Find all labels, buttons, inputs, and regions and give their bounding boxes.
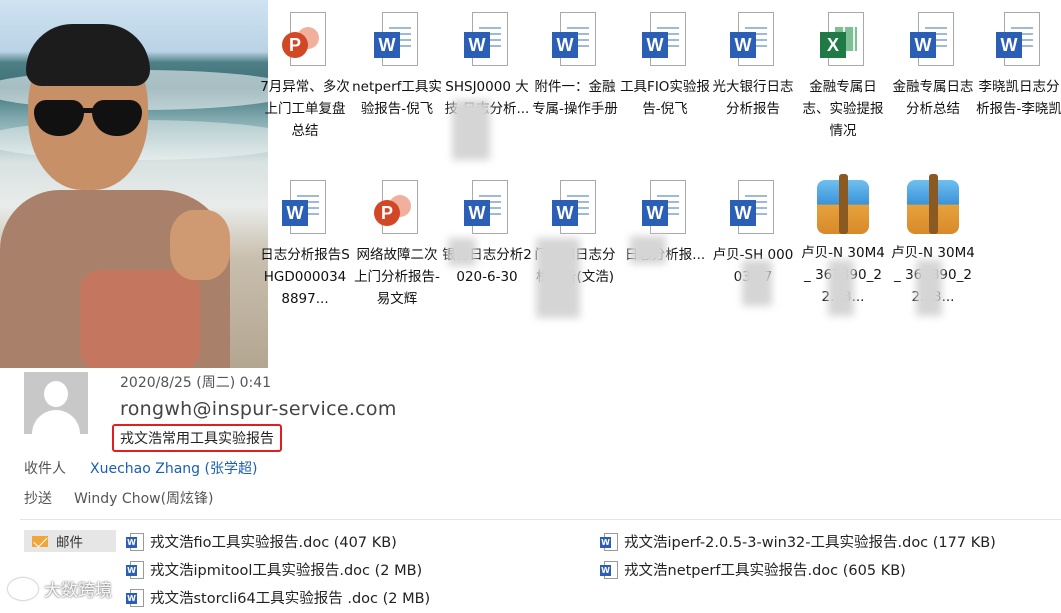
excel-icon: X xyxy=(820,12,866,68)
desktop-file-label: 工具FIO实验报告-倪飞 xyxy=(620,79,710,117)
desktop-file-label: 附件一：金融专属-操作手册 xyxy=(532,79,618,117)
desktop-file-icon[interactable]: W SHSJ0000 大 技 日志分析... xyxy=(442,0,532,160)
email-subject: 戎文浩常用工具实验报告 xyxy=(112,424,282,452)
word-doc-icon: W xyxy=(126,532,144,551)
tab-mail-label: 邮件 xyxy=(56,535,83,551)
word-doc-icon: W xyxy=(996,12,1042,68)
desktop-file-icon[interactable]: W 李晓凯日志分析报告-李晓凯 xyxy=(974,0,1061,120)
desktop-archive-icon[interactable]: 卢贝-N 30M4_ 367890_22.23... xyxy=(798,168,888,316)
desktop-file-icon[interactable]: W 工具FIO实验报告-倪飞 xyxy=(620,0,710,120)
word-doc-icon: W xyxy=(464,12,510,68)
photo-scarf xyxy=(80,270,200,368)
desktop-file-icon[interactable]: X 金融专属日志、实验提报情况 xyxy=(798,0,888,142)
desktop-file-icon[interactable]: W 附件一：金融专属-操作手册 xyxy=(530,0,620,120)
attachment-item[interactable]: W 戎文浩iperf-2.0.5-3-win32-工具实验报告.doc (177… xyxy=(600,531,996,552)
archive-icon xyxy=(907,174,959,234)
cc-recipient[interactable]: Windy Chow(周炫锋) xyxy=(74,488,214,508)
envelope-icon xyxy=(32,535,48,547)
avatar-head-icon xyxy=(44,381,68,407)
desktop-file-label: 金融专属日志、实验提报情况 xyxy=(802,79,884,139)
word-doc-icon: W xyxy=(642,180,688,236)
desktop-file-label: 李晓凯日志分析报告-李晓凯 xyxy=(976,79,1061,117)
word-doc-icon: W xyxy=(552,180,598,236)
cc-label: 抄送 xyxy=(24,491,52,507)
email-view: 2020/8/25 (周二) 0:41 rongwh@inspur-servic… xyxy=(0,368,1061,613)
attachment-item[interactable]: W 戎文浩ipmitool工具实验报告.doc (2 MB) xyxy=(126,559,422,580)
powerpoint-icon: P xyxy=(374,180,420,236)
photo-hand xyxy=(170,210,230,280)
word-doc-icon: W xyxy=(126,560,144,579)
word-doc-icon: W xyxy=(730,180,776,236)
attachment-item[interactable]: W 戎文浩netperf工具实验报告.doc (605 KB) xyxy=(600,559,906,580)
sender-address[interactable]: rongwh@inspur-service.com xyxy=(120,398,397,420)
blurred-redaction xyxy=(828,260,854,316)
desktop-file-label: 金融专属日志分析总结 xyxy=(892,79,974,117)
attachment-name: 戎文浩storcli64工具实验报告 .doc (2 MB) xyxy=(150,591,431,607)
desktop-file-label: netperf工具实验报告-倪飞 xyxy=(352,79,442,117)
desktop-file-icon[interactable]: W 门信同日志分析报告(文浩) xyxy=(530,168,620,318)
desktop-archive-icon[interactable]: 卢贝-N 30M4_ 367890_22.23... xyxy=(888,168,978,316)
attachment-item[interactable]: W 戎文浩fio工具实验报告.doc (407 KB) xyxy=(126,531,397,552)
word-doc-icon: W xyxy=(282,180,328,236)
attachment-name: 戎文浩iperf-2.0.5-3-win32-工具实验报告.doc (177 K… xyxy=(624,535,996,551)
word-doc-icon: W xyxy=(464,180,510,236)
desktop-file-icon[interactable]: W 日志分析报告SHGD0000348897... xyxy=(260,168,350,310)
desktop-file-icon[interactable]: W 银行日志分析2020-6-30 xyxy=(442,168,532,288)
watermark: 大数跨境 xyxy=(8,576,112,601)
email-date: 2020/8/25 (周二) 0:41 xyxy=(120,375,272,391)
attachment-name: 戎文浩netperf工具实验报告.doc (605 KB) xyxy=(624,563,906,579)
blurred-redaction xyxy=(536,238,580,318)
powerpoint-icon: P xyxy=(282,12,328,68)
blurred-redaction xyxy=(916,260,942,316)
word-doc-icon: W xyxy=(374,12,420,68)
attachment-name: 戎文浩fio工具实验报告.doc (407 KB) xyxy=(150,535,397,551)
profile-photo xyxy=(0,0,268,368)
blurred-redaction xyxy=(742,260,772,306)
word-doc-icon: W xyxy=(600,532,618,551)
desktop-file-label: 网络故障二次上门分析报告-易文辉 xyxy=(354,247,440,307)
attachment-item[interactable]: W 戎文浩storcli64工具实验报告 .doc (2 MB) xyxy=(126,587,430,608)
attachment-name: 戎文浩ipmitool工具实验报告.doc (2 MB) xyxy=(150,563,423,579)
desktop-icons-area: P 7月异常、多次上门工单复盘总结 W netperf工具实验报告-倪飞 W S… xyxy=(260,0,1061,368)
desktop-file-icon[interactable]: W 金融专属日志分析总结 xyxy=(888,0,978,120)
tab-mail[interactable]: 邮件 xyxy=(24,530,116,552)
desktop-file-label: 7月异常、多次上门工单复盘总结 xyxy=(260,79,350,139)
word-doc-icon: W xyxy=(642,12,688,68)
blurred-redaction xyxy=(630,236,666,264)
desktop-file-icon[interactable]: W 卢贝-SH 000 03 37 xyxy=(708,168,798,306)
word-doc-icon: W xyxy=(600,560,618,579)
blurred-redaction xyxy=(452,100,490,160)
avatar-body-icon xyxy=(32,410,80,434)
sunglasses-bridge xyxy=(80,108,96,113)
desktop-file-icon[interactable]: P 网络故障二次上门分析报告-易文辉 xyxy=(352,168,442,310)
blurred-redaction xyxy=(448,238,476,266)
archive-icon xyxy=(817,174,869,234)
desktop-file-icon[interactable]: W 光大银行日志分析报告 xyxy=(708,0,798,120)
desktop-file-label: 光大银行日志分析报告 xyxy=(712,79,794,117)
word-doc-icon: W xyxy=(126,588,144,607)
photo-hair xyxy=(26,24,150,86)
recipient-link[interactable]: Xuechao Zhang (张学超) xyxy=(90,458,257,478)
header-divider xyxy=(20,519,1061,520)
watermark-logo-icon xyxy=(8,577,38,600)
watermark-text: 大数跨境 xyxy=(44,581,112,601)
desktop-file-icon[interactable]: W 日志分析报... xyxy=(620,168,710,266)
desktop-file-icon[interactable]: P 7月异常、多次上门工单复盘总结 xyxy=(260,0,350,142)
word-doc-icon: W xyxy=(730,12,776,68)
desktop-file-icon[interactable]: W netperf工具实验报告-倪飞 xyxy=(352,0,442,120)
sender-avatar xyxy=(24,372,88,434)
desktop-file-label: 日志分析报告SHGD0000348897... xyxy=(260,247,350,307)
word-doc-icon: W xyxy=(910,12,956,68)
to-label: 收件人 xyxy=(24,461,66,477)
word-doc-icon: W xyxy=(552,12,598,68)
